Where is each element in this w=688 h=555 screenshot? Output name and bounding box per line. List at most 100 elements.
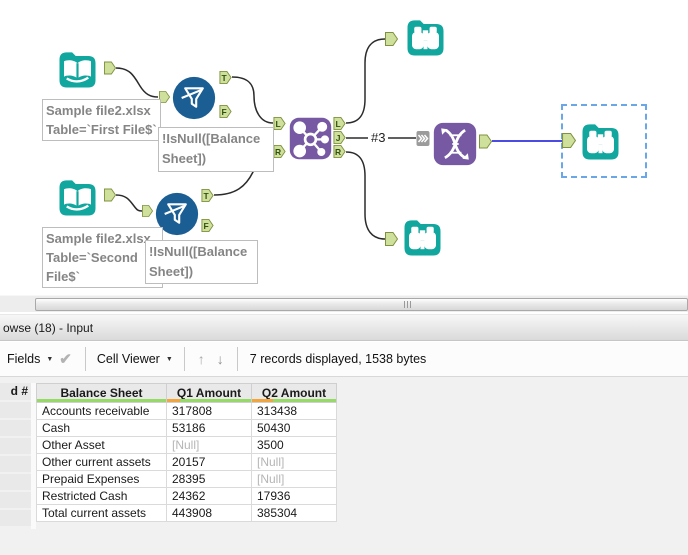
false-output-anchor[interactable]: F bbox=[201, 219, 214, 232]
table-cell[interactable]: Other current assets bbox=[37, 454, 167, 471]
join-left-output-anchor[interactable]: L bbox=[333, 117, 346, 130]
input-data-tool-2[interactable] bbox=[55, 175, 100, 220]
record-cell[interactable] bbox=[0, 492, 31, 508]
table-cell[interactable]: 317808 bbox=[167, 403, 252, 420]
anchor-letter: F bbox=[219, 105, 229, 118]
join-network-icon bbox=[288, 116, 333, 161]
annotation-filter2[interactable]: !IsNull([Balance Sheet]) bbox=[145, 240, 258, 284]
annotation-input1[interactable]: Sample file2.xlsx Table=`First File$` bbox=[42, 99, 161, 141]
output-anchor[interactable] bbox=[479, 134, 492, 149]
input-anchor[interactable] bbox=[562, 132, 576, 149]
table-cell[interactable]: 53186 bbox=[167, 420, 252, 437]
cell-viewer-dropdown[interactable]: Cell Viewer ▼ bbox=[93, 348, 177, 370]
toolbar-separator bbox=[184, 347, 185, 371]
table-cell[interactable]: 24362 bbox=[167, 488, 252, 505]
input-anchor[interactable] bbox=[385, 31, 398, 47]
toolbar-separator bbox=[85, 347, 86, 371]
results-area: d # Balance Sheet Q1 Amount Q2 Amount Ac… bbox=[0, 377, 688, 555]
previous-record-button[interactable]: ↑ bbox=[192, 351, 211, 367]
table-cell[interactable]: 3500 bbox=[252, 437, 337, 454]
input-anchor[interactable] bbox=[142, 204, 153, 218]
table-cell[interactable]: 50430 bbox=[252, 420, 337, 437]
table-row: Restricted Cash 24362 17936 bbox=[37, 488, 337, 505]
table-cell[interactable]: [Null] bbox=[167, 437, 252, 454]
record-column-header[interactable]: d # bbox=[0, 383, 31, 400]
table-cell[interactable]: Restricted Cash bbox=[37, 488, 167, 505]
dynamic-rename-tool[interactable] bbox=[432, 121, 478, 167]
output-anchor[interactable] bbox=[104, 188, 116, 202]
record-cell[interactable] bbox=[0, 510, 31, 526]
connection-filter1-join-L[interactable] bbox=[232, 77, 273, 123]
browse-tool-selected[interactable] bbox=[578, 119, 623, 164]
record-cell[interactable] bbox=[0, 420, 31, 436]
false-output-anchor[interactable]: F bbox=[219, 105, 232, 118]
anchor-letter: T bbox=[219, 71, 229, 84]
chevron-down-icon: ▼ bbox=[166, 356, 173, 363]
browse-tool-bottom[interactable] bbox=[400, 215, 445, 260]
table-cell[interactable]: Accounts receivable bbox=[37, 403, 167, 420]
next-record-button[interactable]: ↓ bbox=[211, 351, 230, 367]
annotation-line: Table=`Second bbox=[46, 248, 159, 267]
join-joined-output-anchor[interactable]: J bbox=[333, 131, 346, 144]
connection-join-R-browse-bottom[interactable] bbox=[346, 152, 385, 239]
table-row: Cash 53186 50430 bbox=[37, 420, 337, 437]
table-cell[interactable]: Prepaid Expenses bbox=[37, 471, 167, 488]
column-header-q1-amount[interactable]: Q1 Amount bbox=[167, 384, 252, 403]
connection-join-L-browse-top[interactable] bbox=[346, 39, 385, 123]
data-grid: Balance Sheet Q1 Amount Q2 Amount Accoun… bbox=[36, 383, 337, 522]
annotation-line: Sample file2.xlsx bbox=[46, 229, 159, 248]
table-cell[interactable]: 313438 bbox=[252, 403, 337, 420]
output-anchor[interactable] bbox=[104, 61, 116, 75]
anchor-letter: J bbox=[333, 131, 343, 144]
input-data-tool-1[interactable] bbox=[55, 47, 100, 92]
scrollbar-thumb[interactable] bbox=[35, 298, 688, 311]
input-anchor[interactable] bbox=[385, 231, 398, 247]
column-header-q2-amount[interactable]: Q2 Amount bbox=[252, 384, 337, 403]
annotation-filter1[interactable]: !IsNull([Balance Sheet]) bbox=[158, 127, 274, 172]
anchor-letter: R bbox=[273, 145, 283, 158]
true-output-anchor[interactable]: T bbox=[201, 189, 214, 202]
record-cell[interactable] bbox=[0, 456, 31, 472]
anchor-letter: T bbox=[201, 189, 211, 202]
arrow-down-icon: ↓ bbox=[217, 351, 224, 367]
join-tool[interactable] bbox=[288, 116, 333, 161]
book-icon bbox=[55, 47, 100, 92]
scrollbar-grip-icon bbox=[404, 301, 413, 308]
connection-input1-filter1[interactable] bbox=[116, 68, 158, 97]
join-right-output-anchor[interactable]: R bbox=[333, 145, 346, 158]
canvas-horizontal-scrollbar[interactable] bbox=[0, 295, 688, 312]
table-cell[interactable]: Total current assets bbox=[37, 505, 167, 522]
table-cell[interactable]: [Null] bbox=[252, 454, 337, 471]
column-color-bar bbox=[37, 399, 166, 402]
chevron-down-icon: ▼ bbox=[46, 356, 53, 363]
table-cell[interactable]: 28395 bbox=[167, 471, 252, 488]
annotation-line: !IsNull([Balance bbox=[162, 129, 270, 149]
fields-dropdown[interactable]: Fields ▼ bbox=[3, 348, 57, 370]
apply-check-icon[interactable]: ✔ bbox=[59, 350, 72, 368]
binoculars-icon bbox=[403, 15, 448, 60]
connection-input2-filter2[interactable] bbox=[116, 195, 142, 211]
annotation-line: Table=`First File$` bbox=[46, 120, 157, 139]
table-cell[interactable]: Cash bbox=[37, 420, 167, 437]
filter-tool-1[interactable] bbox=[172, 76, 216, 120]
browse-tool-top[interactable] bbox=[403, 15, 448, 60]
join-right-input-anchor[interactable]: R bbox=[273, 145, 286, 158]
alteryx-window: T F T F L R L J R bbox=[0, 0, 688, 555]
table-cell[interactable]: [Null] bbox=[252, 471, 337, 488]
table-cell[interactable]: 17936 bbox=[252, 488, 337, 505]
column-header-balance-sheet[interactable]: Balance Sheet bbox=[37, 384, 167, 403]
anchor-letter: R bbox=[333, 145, 343, 158]
table-cell[interactable]: 20157 bbox=[167, 454, 252, 471]
true-output-anchor[interactable]: T bbox=[219, 71, 232, 84]
record-cell[interactable] bbox=[0, 438, 31, 454]
record-cell[interactable] bbox=[0, 474, 31, 490]
workflow-canvas[interactable]: T F T F L R L J R bbox=[0, 0, 688, 295]
table-cell[interactable]: 443908 bbox=[167, 505, 252, 522]
table-cell[interactable]: Other Asset bbox=[37, 437, 167, 454]
column-header-label: Q2 Amount bbox=[262, 386, 326, 400]
filter-funnel-icon bbox=[172, 76, 216, 120]
join-left-input-anchor[interactable]: L bbox=[273, 117, 286, 130]
record-cell[interactable] bbox=[0, 402, 31, 418]
arrow-up-icon: ↑ bbox=[198, 351, 205, 367]
table-cell[interactable]: 385304 bbox=[252, 505, 337, 522]
